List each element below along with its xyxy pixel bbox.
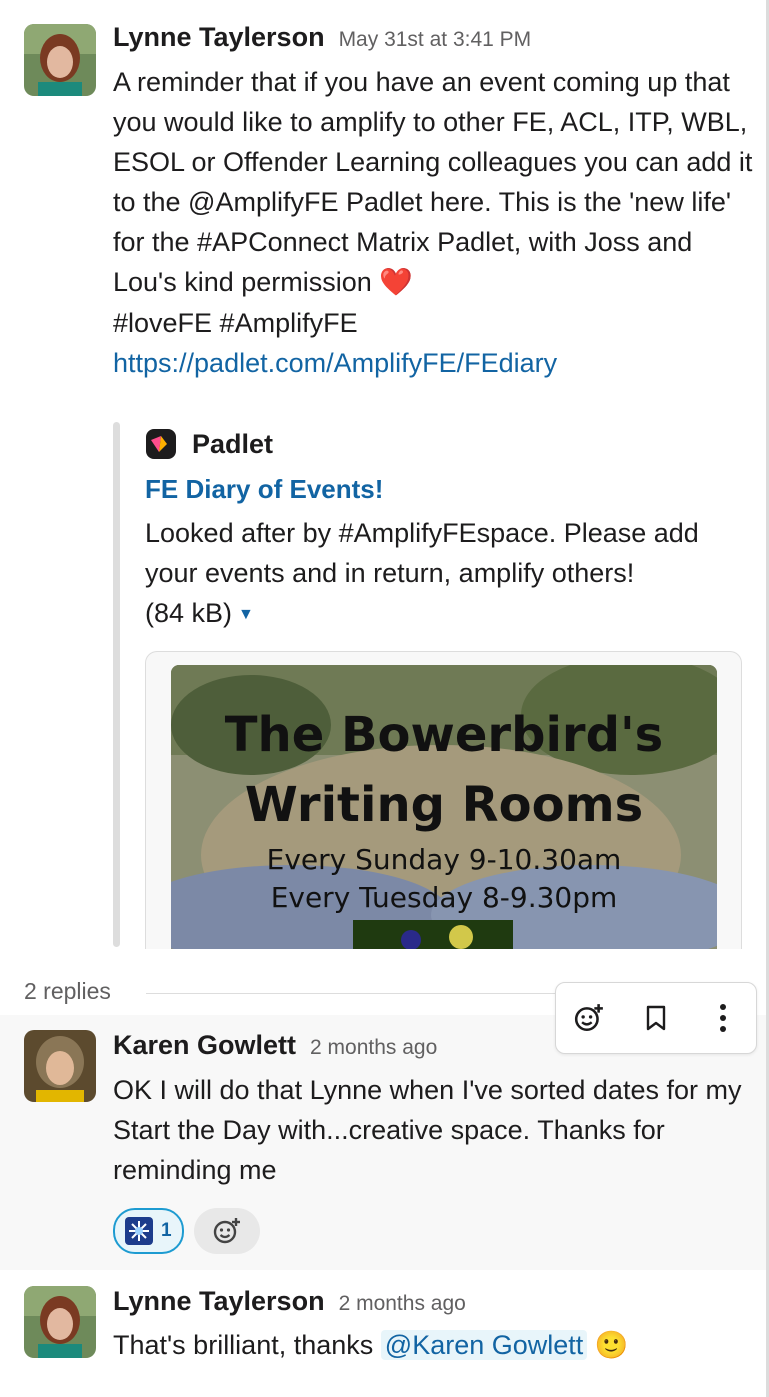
add-reaction-button[interactable] [193, 1208, 260, 1254]
preview-title-1: The Bowerbird's [224, 707, 664, 763]
author-name[interactable]: Lynne Taylerson [113, 1286, 325, 1316]
reaction-sparkler[interactable]: 1 [113, 1208, 184, 1254]
preview-title-2: Writing Rooms [244, 777, 644, 833]
add-reaction-action[interactable] [566, 995, 612, 1041]
avatar-photo [24, 1286, 96, 1358]
author-name[interactable]: Lynne Taylerson [113, 22, 325, 52]
bookmark-icon [646, 1005, 666, 1031]
attachment-size: (84 kB) [145, 598, 233, 628]
reply-body: That's brilliant, thanks [113, 1330, 374, 1360]
user-mention[interactable]: @Karen Gowlett [380, 1330, 588, 1360]
attachment-title[interactable]: FE Diary of Events! [145, 474, 383, 505]
attachment-preview[interactable]: The Bowerbird's Writing Rooms Every Sund… [145, 651, 742, 949]
timestamp[interactable]: 2 months ago [339, 1292, 466, 1315]
preview-line-3: Every Sunday 9-10.30am [266, 843, 622, 876]
preview-image[interactable]: The Bowerbird's Writing Rooms Every Sund… [171, 665, 717, 949]
avatar-photo [24, 24, 96, 96]
replies-count: 2 replies [24, 978, 111, 1004]
reply-text: That's brilliant, thanks @Karen Gowlett … [113, 1325, 753, 1366]
attachment-desc-text: Looked after by #AmplifyFEspace. Please … [145, 518, 699, 588]
timestamp[interactable]: 2 months ago [310, 1036, 437, 1059]
avatar-photo [24, 1030, 96, 1102]
save-action[interactable] [633, 995, 679, 1041]
more-actions[interactable] [700, 995, 746, 1041]
message-text: A reminder that if you have an event com… [113, 62, 753, 383]
message-body: A reminder that if you have an event com… [113, 67, 753, 297]
attachment-bar [113, 422, 120, 947]
message-actions [555, 982, 757, 1054]
padlet-icon [146, 429, 176, 459]
reaction-bar: 1 [113, 1208, 260, 1254]
reply-text: OK I will do that Lynne when I've sorted… [113, 1075, 742, 1185]
message-hashtags: #loveFE #AmplifyFE [113, 308, 358, 338]
caret-down-icon[interactable]: ▼ [238, 606, 254, 623]
avatar[interactable] [24, 1286, 96, 1358]
avatar[interactable] [24, 24, 96, 96]
smile-emoji: 🙂 [594, 1330, 629, 1361]
preview-line-4: Every Tuesday 8-9.30pm [270, 881, 618, 914]
reaction-count: 1 [161, 1220, 172, 1241]
timestamp[interactable]: May 31st at 3:41 PM [339, 28, 532, 51]
author-name[interactable]: Karen Gowlett [113, 1030, 296, 1060]
heart-emoji: ❤️ [379, 267, 413, 298]
avatar[interactable] [24, 1030, 96, 1102]
attachment-description: Looked after by #AmplifyFEspace. Please … [145, 513, 755, 635]
attachment-service: Padlet [192, 428, 274, 459]
sparkler-icon [125, 1217, 153, 1245]
link-unfurl: Padlet FE Diary of Events! Looked after … [113, 420, 755, 949]
more-actions-icon [719, 1004, 726, 1032]
add-reaction-icon [575, 1004, 604, 1032]
add-reaction-icon [213, 1218, 240, 1244]
padlet-link[interactable]: https://padlet.com/AmplifyFE/FEdiary [113, 348, 557, 378]
